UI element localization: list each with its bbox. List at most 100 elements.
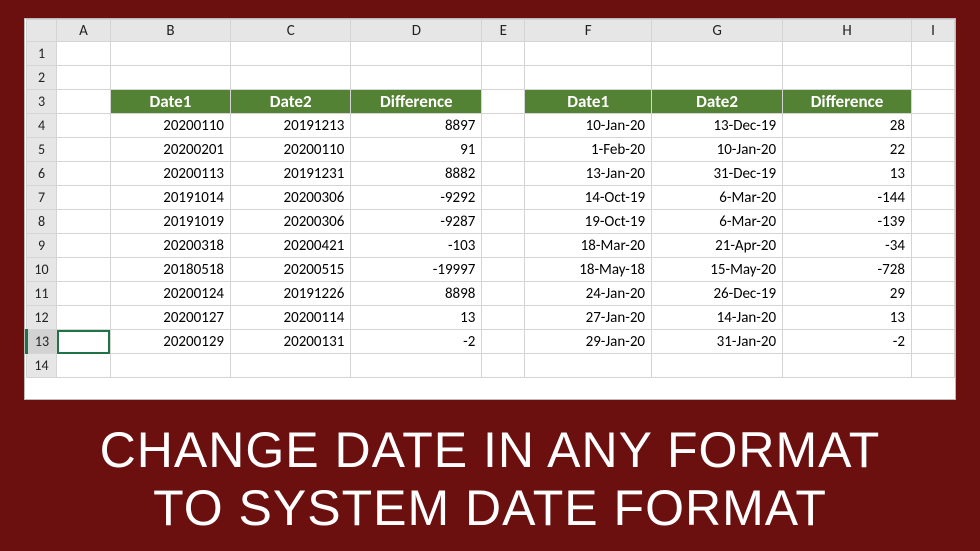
cell[interactable] (783, 42, 912, 66)
cell[interactable] (482, 162, 525, 186)
cell[interactable]: -144 (783, 186, 912, 210)
cell[interactable]: 20200113 (110, 162, 230, 186)
cell[interactable] (57, 306, 111, 330)
cell[interactable] (351, 354, 482, 378)
cell[interactable]: -9292 (351, 186, 482, 210)
cell[interactable] (57, 66, 111, 90)
cell[interactable] (57, 114, 111, 138)
cell[interactable]: 20180518 (110, 258, 230, 282)
cell[interactable] (57, 90, 111, 114)
cell[interactable]: 20191014 (110, 186, 230, 210)
cell[interactable]: 20191213 (231, 114, 351, 138)
cell[interactable]: 10-Jan-20 (525, 114, 652, 138)
cell[interactable] (57, 186, 111, 210)
cell[interactable]: 20200201 (110, 138, 230, 162)
cell[interactable]: Date2 (652, 90, 783, 114)
cell[interactable] (482, 354, 525, 378)
cell[interactable]: -139 (783, 210, 912, 234)
cell[interactable]: 19-Oct-19 (525, 210, 652, 234)
cell[interactable]: 20200129 (110, 330, 230, 354)
cell[interactable] (57, 282, 111, 306)
cell[interactable]: -728 (783, 258, 912, 282)
col-header-D[interactable]: D (351, 20, 482, 42)
cell[interactable] (57, 138, 111, 162)
cell[interactable]: 13 (783, 162, 912, 186)
cell[interactable]: 14-Jan-20 (652, 306, 783, 330)
cell[interactable]: Difference (351, 90, 482, 114)
cell[interactable] (652, 354, 783, 378)
cell[interactable]: 20200306 (231, 210, 351, 234)
cell[interactable] (57, 354, 111, 378)
cell[interactable] (482, 306, 525, 330)
cell[interactable]: 1-Feb-20 (525, 138, 652, 162)
spreadsheet[interactable]: A B C D E F G H I 123Date1Date2Differenc… (24, 18, 956, 400)
col-header-E[interactable]: E (482, 20, 525, 42)
cell[interactable] (57, 330, 111, 354)
cell[interactable]: 20200515 (231, 258, 351, 282)
cell[interactable]: 8897 (351, 114, 482, 138)
cell[interactable]: 20200421 (231, 234, 351, 258)
cell[interactable] (911, 306, 954, 330)
cell[interactable]: 20200318 (110, 234, 230, 258)
cell[interactable]: -2 (783, 330, 912, 354)
cell[interactable]: 13-Jan-20 (525, 162, 652, 186)
cell[interactable]: Date1 (110, 90, 230, 114)
cell[interactable] (911, 186, 954, 210)
cell[interactable] (482, 42, 525, 66)
cell[interactable]: 20200127 (110, 306, 230, 330)
cell[interactable] (482, 186, 525, 210)
cell[interactable]: 21-Apr-20 (652, 234, 783, 258)
cell[interactable]: 29 (783, 282, 912, 306)
cell[interactable]: 6-Mar-20 (652, 210, 783, 234)
cell[interactable] (231, 42, 351, 66)
row-header-12[interactable]: 12 (27, 306, 57, 330)
cell[interactable] (652, 42, 783, 66)
row-header-3[interactable]: 3 (27, 90, 57, 114)
row-header-14[interactable]: 14 (27, 354, 57, 378)
cell[interactable] (652, 66, 783, 90)
cell[interactable]: 10-Jan-20 (652, 138, 783, 162)
cell[interactable]: Date2 (231, 90, 351, 114)
cell[interactable]: Date1 (525, 90, 652, 114)
cell[interactable] (783, 66, 912, 90)
cell[interactable]: 20191019 (110, 210, 230, 234)
cell[interactable]: 31-Dec-19 (652, 162, 783, 186)
col-header-I[interactable]: I (911, 20, 954, 42)
cell[interactable]: 8898 (351, 282, 482, 306)
cell[interactable] (110, 66, 230, 90)
col-header-H[interactable]: H (783, 20, 912, 42)
cell[interactable]: Difference (783, 90, 912, 114)
cell[interactable] (57, 210, 111, 234)
select-all-corner[interactable] (27, 20, 57, 42)
col-header-B[interactable]: B (110, 20, 230, 42)
cell[interactable] (482, 138, 525, 162)
cell[interactable]: -2 (351, 330, 482, 354)
col-header-G[interactable]: G (652, 20, 783, 42)
cell[interactable]: 13-Dec-19 (652, 114, 783, 138)
cell[interactable] (525, 42, 652, 66)
cell[interactable] (351, 42, 482, 66)
cell[interactable] (911, 66, 954, 90)
cell[interactable] (911, 138, 954, 162)
cell[interactable] (911, 330, 954, 354)
cell[interactable] (57, 42, 111, 66)
cell[interactable]: 28 (783, 114, 912, 138)
row-header-13[interactable]: 13 (27, 330, 57, 354)
row-header-5[interactable]: 5 (27, 138, 57, 162)
row-header-2[interactable]: 2 (27, 66, 57, 90)
cell[interactable] (57, 162, 111, 186)
cell[interactable] (482, 90, 525, 114)
cell[interactable]: 20200124 (110, 282, 230, 306)
cell[interactable]: 22 (783, 138, 912, 162)
cell[interactable]: 20200306 (231, 186, 351, 210)
cell[interactable]: -19997 (351, 258, 482, 282)
cell[interactable] (351, 66, 482, 90)
cell[interactable]: 24-Jan-20 (525, 282, 652, 306)
cell[interactable] (482, 258, 525, 282)
cell[interactable]: 27-Jan-20 (525, 306, 652, 330)
cell[interactable] (911, 282, 954, 306)
cell[interactable] (911, 90, 954, 114)
cell[interactable]: 6-Mar-20 (652, 186, 783, 210)
col-header-A[interactable]: A (57, 20, 111, 42)
cell[interactable] (911, 234, 954, 258)
